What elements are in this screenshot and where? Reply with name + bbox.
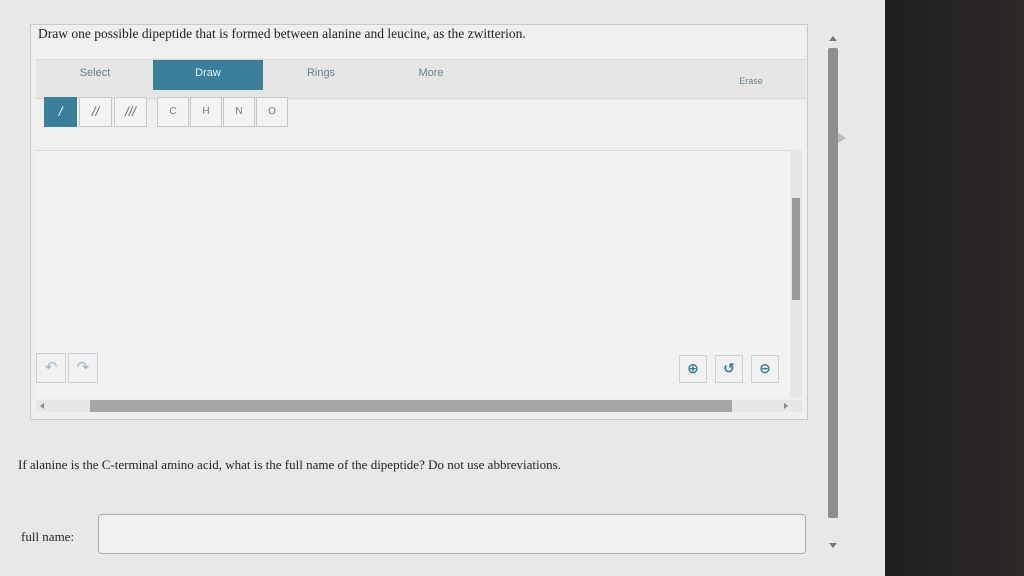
scrollbar-thumb[interactable]: [792, 198, 800, 300]
monitor-bezel: [885, 0, 1024, 576]
atom-nitrogen-button[interactable]: N: [223, 97, 255, 127]
reset-zoom-icon[interactable]: ↺: [715, 355, 743, 383]
page-scrollbar[interactable]: [826, 36, 840, 576]
page-scrollbar-thumb[interactable]: [828, 48, 838, 518]
canvas-vertical-scrollbar[interactable]: [790, 150, 802, 398]
triple-bond-button[interactable]: ///: [114, 97, 147, 127]
tab-rings[interactable]: Rings: [266, 60, 376, 90]
erase-button[interactable]: Erase: [696, 68, 806, 98]
question-text: If alanine is the C-terminal amino acid,…: [18, 457, 561, 472]
double-bond-button[interactable]: //: [79, 97, 112, 127]
browser-viewport: Draw one possible dipeptide that is form…: [0, 0, 885, 576]
canvas-horizontal-scrollbar[interactable]: [36, 400, 802, 412]
atom-carbon-button[interactable]: C: [157, 97, 189, 127]
scroll-left-arrow-icon[interactable]: [40, 403, 44, 409]
atom-hydrogen-button[interactable]: H: [190, 97, 222, 127]
mouse-cursor-icon: [838, 133, 846, 143]
tab-more[interactable]: More: [376, 60, 486, 90]
redo-icon[interactable]: ↷: [68, 353, 98, 383]
undo-icon[interactable]: ↶: [36, 353, 66, 383]
scrollbar-thumb[interactable]: [90, 400, 732, 412]
full-name-label: full name:: [21, 529, 75, 544]
zoom-in-icon[interactable]: ⊕: [679, 355, 707, 383]
scroll-up-arrow-icon[interactable]: [829, 36, 837, 41]
tab-draw[interactable]: Draw: [153, 60, 263, 90]
scroll-down-arrow-icon[interactable]: [829, 543, 837, 548]
scroll-right-arrow-icon[interactable]: [784, 403, 788, 409]
atom-oxygen-button[interactable]: O: [256, 97, 288, 127]
tab-select[interactable]: Select: [40, 60, 150, 90]
editor-tab-bar: Select Draw Rings More Erase: [36, 59, 806, 99]
question-prompt: Draw one possible dipeptide that is form…: [38, 26, 526, 41]
full-name-input[interactable]: [98, 514, 806, 554]
zoom-out-icon[interactable]: ⊖: [751, 355, 779, 383]
single-bond-button[interactable]: /: [44, 97, 77, 127]
